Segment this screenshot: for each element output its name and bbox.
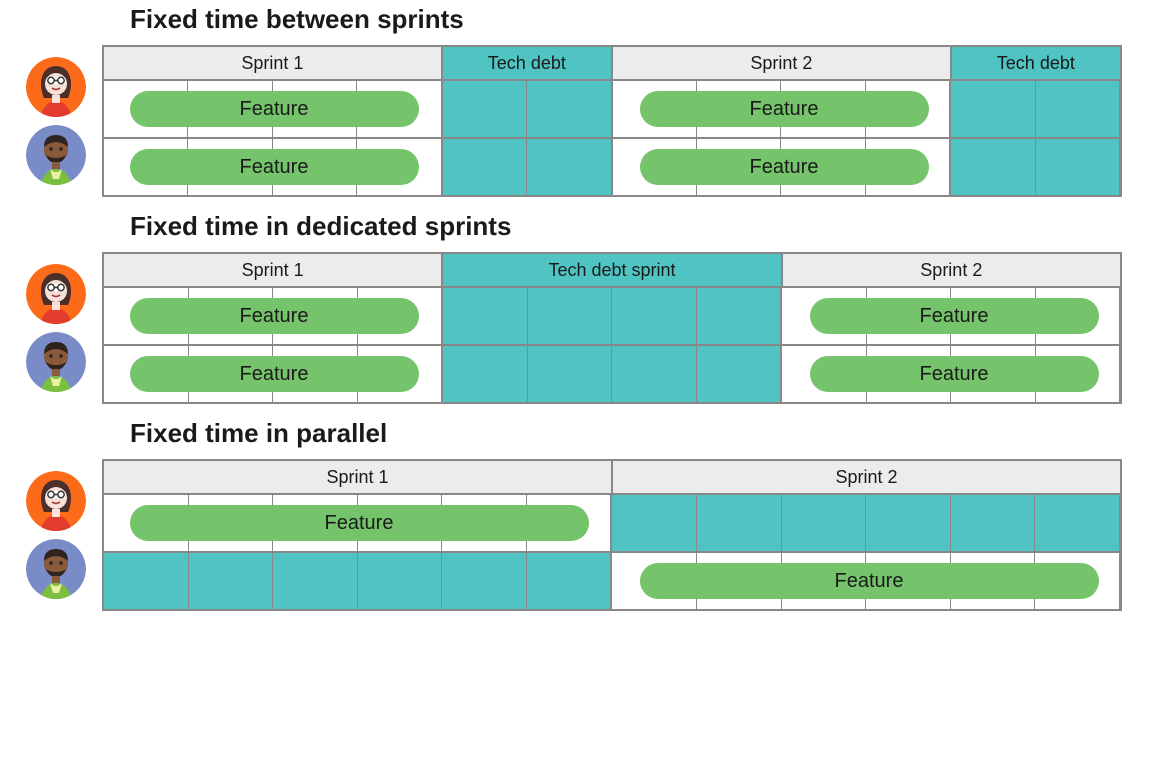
- avatar-woman: [26, 471, 86, 531]
- feature-pill: Feature: [130, 505, 589, 541]
- avatars: [10, 57, 102, 185]
- avatars: [10, 471, 102, 599]
- cell: [189, 553, 274, 609]
- cell: [697, 346, 783, 402]
- cell: [442, 553, 527, 609]
- feature-pill: Feature: [130, 149, 419, 185]
- person-man-icon: [26, 125, 86, 185]
- person-woman-icon: [26, 471, 86, 531]
- section-title: Fixed time in dedicated sprints: [130, 211, 1147, 242]
- avatar-woman: [26, 57, 86, 117]
- person-woman-icon: [26, 57, 86, 117]
- cell: [951, 81, 1035, 137]
- section-row: Sprint 1Sprint 2 Feature Feature: [10, 459, 1147, 611]
- cell: [527, 81, 612, 137]
- cell: [104, 553, 189, 609]
- cell: [443, 81, 527, 137]
- cell: [951, 139, 1035, 195]
- timeline-row: Feature Feature: [104, 286, 1120, 344]
- section-2: Fixed time in parallel Sprint 1Sprint 2 F…: [10, 418, 1147, 611]
- header-cell: Sprint 2: [783, 254, 1120, 286]
- header-cell: Sprint 1: [104, 254, 443, 286]
- header-cell: Sprint 2: [613, 47, 952, 79]
- cell: [1036, 139, 1120, 195]
- cell: [1036, 81, 1120, 137]
- cell: [443, 346, 528, 402]
- header-cell: Sprint 2: [613, 461, 1120, 493]
- header-cell: Tech debt: [952, 47, 1120, 79]
- cell: [697, 288, 783, 344]
- timeline-row: Feature: [104, 551, 1120, 609]
- avatar-man: [26, 539, 86, 599]
- timeline-grid: Sprint 1Tech debt sprintSprint 2FeatureF…: [102, 252, 1122, 404]
- timeline-row: Feature Feature: [104, 79, 1120, 137]
- header-cell: Tech debt sprint: [443, 254, 782, 286]
- tech-debt-diagram: Fixed time between sprints Sprint 1Tech …: [10, 0, 1147, 625]
- cell: [951, 495, 1036, 551]
- feature-pill: Feature: [810, 356, 1099, 392]
- cell: [1035, 495, 1120, 551]
- feature-pill: Feature: [130, 91, 419, 127]
- avatar-man: [26, 332, 86, 392]
- cell: [273, 553, 358, 609]
- cell: [528, 346, 613, 402]
- feature-pill: Feature: [640, 563, 1099, 599]
- section-title: Fixed time between sprints: [130, 4, 1147, 35]
- feature-pill: Feature: [130, 356, 419, 392]
- avatar-woman: [26, 264, 86, 324]
- section-row: Sprint 1Tech debt sprintSprint 2FeatureF…: [10, 252, 1147, 404]
- cell: [866, 495, 951, 551]
- cell: [528, 288, 613, 344]
- header-cell: Sprint 1: [104, 461, 613, 493]
- feature-pill: Feature: [640, 149, 929, 185]
- timeline-grid: Sprint 1Sprint 2 Feature Feature: [102, 459, 1122, 611]
- cell: [443, 139, 527, 195]
- header-cell: Sprint 1: [104, 47, 443, 79]
- section-title: Fixed time in parallel: [130, 418, 1147, 449]
- cell: [443, 288, 528, 344]
- timeline-row: Feature Feature: [104, 137, 1120, 195]
- header-row: Sprint 1Tech debt sprintSprint 2: [104, 254, 1120, 286]
- person-man-icon: [26, 332, 86, 392]
- header-row: Sprint 1Sprint 2: [104, 461, 1120, 493]
- feature-pill: Feature: [810, 298, 1099, 334]
- avatar-man: [26, 125, 86, 185]
- cell: [527, 139, 612, 195]
- timeline-row: Feature Feature: [104, 344, 1120, 402]
- feature-pill: Feature: [640, 91, 929, 127]
- feature-pill: Feature: [130, 298, 419, 334]
- cell: [527, 553, 613, 609]
- cell: [697, 495, 782, 551]
- header-cell: Tech debt: [443, 47, 613, 79]
- cell: [782, 495, 867, 551]
- section-0: Fixed time between sprints Sprint 1Tech …: [10, 4, 1147, 197]
- section-row: Sprint 1Tech debtSprint 2Tech debtFeatur…: [10, 45, 1147, 197]
- cell: [612, 495, 697, 551]
- avatars: [10, 264, 102, 392]
- section-1: Fixed time in dedicated sprints Sprint 1…: [10, 211, 1147, 404]
- person-woman-icon: [26, 264, 86, 324]
- person-man-icon: [26, 539, 86, 599]
- header-row: Sprint 1Tech debtSprint 2Tech debt: [104, 47, 1120, 79]
- timeline-row: Feature: [104, 493, 1120, 551]
- cell: [358, 553, 443, 609]
- cell: [612, 346, 697, 402]
- timeline-grid: Sprint 1Tech debtSprint 2Tech debtFeatur…: [102, 45, 1122, 197]
- cell: [612, 288, 697, 344]
